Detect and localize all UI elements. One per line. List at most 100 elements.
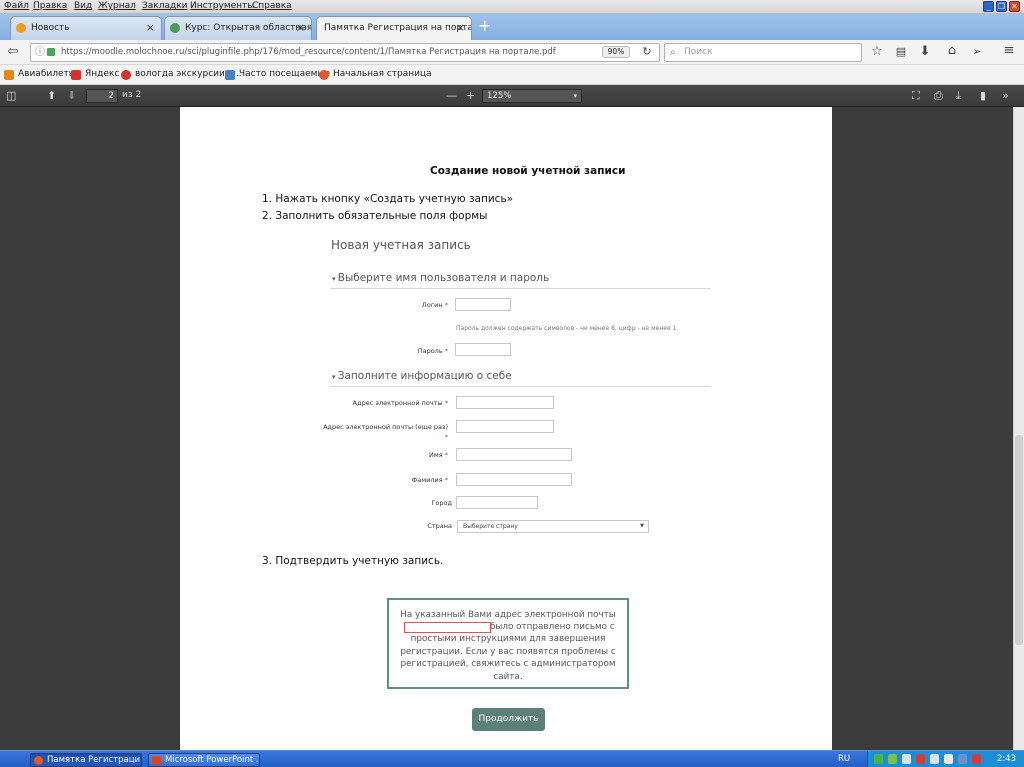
zoom-select[interactable]: 125% ▾ (482, 89, 582, 103)
continue-button[interactable]: Продолжить (472, 708, 545, 731)
email-confirm-field[interactable] (456, 420, 554, 433)
firefox-icon (319, 70, 329, 80)
label-text: Пароль (417, 347, 443, 355)
section-account: ▾ Выберите имя пользователя и пароль (332, 272, 549, 284)
more-tools-icon[interactable]: » (1002, 89, 1009, 102)
tab-news[interactable]: Новость × (10, 16, 162, 40)
label-text: Фамилия (411, 476, 443, 484)
next-page-icon[interactable]: ⬇ (67, 89, 76, 102)
tray-monitor-icon[interactable] (958, 754, 967, 764)
required-mark: * (444, 451, 448, 459)
clock[interactable]: 2:43 (997, 753, 1016, 766)
download-icon[interactable]: ⬇ (918, 44, 932, 60)
menu-tools[interactable]: Инструменты (190, 0, 254, 13)
taskbar-item-firefox[interactable]: Памятка Регистраци... (30, 753, 142, 767)
close-icon[interactable]: × (296, 17, 305, 39)
menu-file[interactable]: Файл (4, 0, 29, 13)
city-field[interactable] (456, 496, 538, 509)
course-icon (170, 23, 180, 33)
required-mark: * (444, 301, 448, 309)
pdf-toolbar: ◫ ⬆ ⬇ 2 из 2 — + 125% ▾ ⛶ ⎙ ⤓ ▮ » (0, 85, 1024, 107)
tray-antivirus-icon[interactable] (888, 754, 897, 764)
section-profile: ▾ Заполните информацию о себе (332, 370, 512, 382)
country-label: Страна (427, 522, 452, 530)
bookmark-label: Авиабилеты (18, 69, 76, 79)
url-text[interactable]: https://moodle.molochnoe.ru/sci/pluginfi… (61, 47, 556, 57)
bookmark-label: Начальная страница (333, 69, 432, 79)
save-icon[interactable]: ⤓ (956, 89, 961, 102)
scroll-thumb[interactable] (1015, 435, 1023, 645)
sidebar-toggle-icon[interactable]: ◫ (6, 89, 16, 102)
tray-volume-icon[interactable] (944, 754, 953, 764)
menu-bookmarks[interactable]: Закладки (142, 0, 188, 13)
info-icon[interactable]: ⓘ (35, 44, 45, 61)
email-field[interactable] (456, 396, 554, 409)
minimize-icon[interactable]: _ (983, 1, 994, 12)
zoom-badge[interactable]: 90% (602, 46, 630, 58)
bookmark-frequent[interactable]: Часто посещаемые (224, 67, 330, 82)
close-icon[interactable]: × (146, 17, 155, 39)
bookmark-icon[interactable]: ▮ (980, 89, 986, 102)
tab-course[interactable]: Курс: Открытая областная ... × (164, 16, 312, 40)
yandex-y-icon (121, 70, 131, 80)
close-icon[interactable]: × (456, 17, 465, 39)
send-icon[interactable]: ➢ (970, 44, 984, 60)
new-tab-button[interactable]: + (478, 17, 491, 35)
country-select[interactable]: Выберите страну ▼ (457, 520, 649, 533)
label-text: Адрес электронной почты (еще раз) (323, 423, 448, 431)
required-mark: * (444, 399, 448, 407)
folder-icon (225, 70, 235, 80)
tab-label: Курс: Открытая областная ... (185, 23, 312, 33)
plane-icon (4, 70, 14, 80)
fullscreen-icon[interactable]: ⛶ (912, 89, 920, 102)
page-number-input[interactable]: 2 (86, 89, 118, 103)
required-mark: * (444, 347, 448, 355)
taskbar-item-powerpoint[interactable]: Microsoft PowerPoint ... (148, 753, 260, 767)
bookmark-home[interactable]: Начальная страница (318, 67, 432, 82)
back-icon[interactable]: ⇦ (4, 44, 22, 60)
zoom-value: 125% (487, 91, 512, 101)
login-label: Логин * (422, 301, 448, 309)
home-icon[interactable]: ⌂ (944, 43, 960, 59)
search-input[interactable]: ⌕ Поиск (664, 43, 862, 62)
close-window-icon[interactable]: ✕ (1009, 1, 1020, 12)
country-value: Выберите страну (463, 523, 518, 530)
email-label: Адрес электронной почты * (353, 399, 448, 407)
tray-shield-icon[interactable] (972, 754, 981, 764)
bookmark-aviabilety[interactable]: Авиабилеты (3, 67, 76, 82)
password-hint: Пароль должен содержать символов - не ме… (456, 325, 677, 332)
label-text: Логин (421, 301, 443, 309)
taskbar-label: Памятка Регистраци... (47, 755, 142, 765)
login-field[interactable] (455, 298, 511, 311)
tray-display-icon[interactable] (902, 754, 911, 764)
menu-help[interactable]: Справка (252, 0, 292, 13)
menu-edit[interactable]: Правка (33, 0, 67, 13)
bookmark-yandex[interactable]: Яндекс (70, 67, 119, 82)
zoom-in-button[interactable]: + (466, 89, 475, 102)
vertical-scrollbar[interactable] (1013, 107, 1024, 750)
print-icon[interactable]: ⎙ (934, 89, 943, 102)
zoom-out-button[interactable]: — (446, 89, 457, 102)
prev-page-icon[interactable]: ⬆ (47, 89, 56, 102)
tab-pdf[interactable]: Памятка Регистрация на портале... × (316, 16, 472, 41)
language-indicator[interactable]: RU (838, 753, 850, 766)
reload-icon[interactable]: ↻ (640, 44, 654, 60)
redacted-email-box (404, 622, 491, 633)
lastname-field[interactable] (456, 473, 572, 486)
tray-network-icon[interactable] (930, 754, 939, 764)
password-field[interactable] (455, 343, 511, 356)
restore-icon[interactable]: ❐ (996, 1, 1007, 12)
search-placeholder: Поиск (684, 47, 713, 57)
required-mark: * (444, 433, 448, 441)
menu-view[interactable]: Вид (74, 0, 92, 13)
hamburger-menu-icon[interactable]: ≡ (1001, 43, 1017, 59)
menu-history[interactable]: Журнал (98, 0, 136, 13)
section-title: Выберите имя пользователя и пароль (337, 272, 550, 284)
url-bar[interactable]: ⓘ https://moodle.molochnoe.ru/sci/plugin… (30, 43, 660, 62)
reading-list-icon[interactable]: ▤ (894, 44, 908, 60)
menu-bar: Файл Правка Вид Журнал Закладки Инструме… (0, 0, 1024, 14)
tray-arrow-icon[interactable] (874, 754, 883, 764)
tray-update-icon[interactable] (916, 754, 925, 764)
star-icon[interactable]: ☆ (870, 44, 884, 60)
firstname-field[interactable] (456, 448, 572, 461)
